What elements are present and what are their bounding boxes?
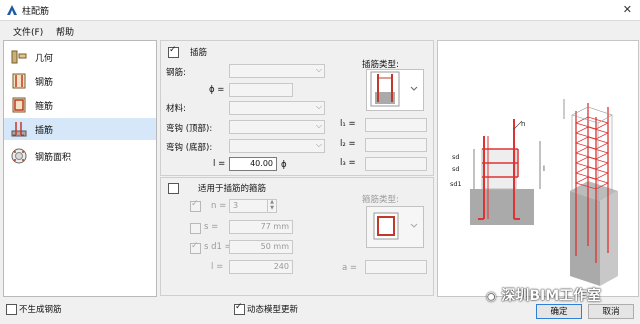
title-bar: 柱配筋 ✕ <box>0 0 640 21</box>
phi-label: ϕ = <box>209 85 225 95</box>
ok-button[interactable]: 确定 <box>536 304 582 319</box>
sidebar-item-label: 钢筋 <box>35 78 54 88</box>
sidebar-item-rebar-area[interactable]: 钢筋面积 <box>4 145 156 167</box>
s-label: s = <box>204 222 219 232</box>
sidebar-item-label: 箍筋 <box>35 102 54 112</box>
material-select[interactable]: ⌵ <box>229 101 325 115</box>
s-unit: mm <box>273 222 289 231</box>
cancel-button[interactable]: 取消 <box>588 304 634 319</box>
hook-bottom-select[interactable]: ⌵ <box>229 139 325 153</box>
app-logo-icon <box>7 5 17 15</box>
n-checkbox[interactable] <box>190 199 201 212</box>
diagram-n-label: n <box>521 120 525 128</box>
a-field[interactable] <box>365 260 427 274</box>
material-label: 材料: <box>166 104 186 114</box>
l3-field[interactable] <box>365 157 427 171</box>
diagram-sd1-label: sd1 <box>450 180 462 188</box>
rebar-label: 钢筋: <box>166 68 186 78</box>
watermark: ◉ 深圳BIM工作室 <box>486 285 601 305</box>
n-stepper[interactable]: 3 ▲ ▼ <box>229 199 277 213</box>
stirrup-l-field[interactable]: 240 <box>229 260 293 274</box>
column-dowel-illustration: n sd sd sd1 l <box>450 99 618 286</box>
n-label: n = <box>211 201 227 211</box>
dowel-enabled-checkbox[interactable] <box>168 45 179 58</box>
stepper-arrows-icon[interactable]: ▲ ▼ <box>267 199 276 213</box>
menu-bar: 文件(F) 帮助 <box>0 22 640 38</box>
l-unit: ϕ <box>281 160 287 170</box>
s1-label: s d1 = <box>204 242 232 252</box>
phi-field[interactable] <box>229 83 293 97</box>
rebar-area-icon <box>11 148 27 164</box>
hook-top-label: 弯钩 (顶部): <box>166 124 213 134</box>
sidebar-item-dowel[interactable]: 插筋 <box>4 118 156 140</box>
sidebar-item-geometry[interactable]: 几何 <box>4 46 156 68</box>
s-value: 77 <box>260 222 271 231</box>
s1-value: 50 <box>260 242 271 251</box>
l2-label: l₂ = <box>340 139 356 149</box>
hook-bottom-label: 弯钩 (底部): <box>166 143 213 153</box>
stirrup-enabled-label: 适用于插筋的箍筋 <box>198 184 267 194</box>
l1-field[interactable] <box>365 118 427 132</box>
stirrup-l-label: l = <box>211 262 224 272</box>
wechat-icon: ◉ <box>486 289 497 303</box>
hook-top-select[interactable]: ⌵ <box>229 120 325 134</box>
diagram-sd-label-2: sd <box>452 165 460 173</box>
dowel-type-icon <box>370 71 418 107</box>
n-value: 3 <box>233 201 239 210</box>
sidebar-item-label: 几何 <box>35 54 54 64</box>
dowel-type-select[interactable] <box>366 69 424 111</box>
dowel-icon <box>11 122 27 137</box>
s-field[interactable]: 77 mm <box>229 220 293 234</box>
stirrup-icon <box>12 97 26 113</box>
sidebar: 几何 钢筋 箍筋 插筋 钢筋面积 <box>3 40 157 297</box>
no-rebar-label: 不生成钢筋 <box>19 305 62 315</box>
sidebar-item-label: 钢筋面积 <box>35 153 72 163</box>
a-label: a = <box>342 263 358 273</box>
no-rebar-checkbox[interactable] <box>6 304 17 315</box>
l-field[interactable]: 40.00 <box>229 157 277 171</box>
dowel-preview-diagram: n sd sd sd1 l <box>437 40 639 297</box>
chevron-down-icon: ⌵ <box>315 140 322 149</box>
l3-label: l₃ = <box>340 158 356 168</box>
s1-unit: mm <box>273 242 289 251</box>
l2-field[interactable] <box>365 138 427 152</box>
chevron-down-icon: ⌵ <box>315 102 322 111</box>
l-label: l = <box>213 159 226 169</box>
stirrup-type-select[interactable] <box>366 206 424 248</box>
rebar-select[interactable]: ⌵ <box>229 64 325 78</box>
sidebar-item-label: 插筋 <box>35 126 54 136</box>
menu-file[interactable]: 文件(F) <box>13 25 43 38</box>
diagram-l-label: l <box>543 165 545 173</box>
dynamic-update-checkbox[interactable] <box>234 302 245 315</box>
s-checkbox[interactable] <box>190 223 201 234</box>
geometry-icon <box>11 50 27 64</box>
chevron-down-icon: ⌵ <box>315 121 322 130</box>
s1-checkbox[interactable] <box>190 241 201 254</box>
s1-field[interactable]: 50 mm <box>229 240 293 254</box>
watermark-text: 深圳BIM工作室 <box>501 288 602 304</box>
sidebar-item-rebar[interactable]: 钢筋 <box>4 70 156 92</box>
diagram-sd-label: sd <box>452 153 460 161</box>
stirrup-enabled-checkbox[interactable] <box>168 183 179 194</box>
sidebar-item-stirrup[interactable]: 箍筋 <box>4 94 156 116</box>
dynamic-update-label: 动态模型更新 <box>247 305 299 315</box>
chevron-down-icon: ⌵ <box>315 65 322 74</box>
dowel-enabled-label: 插筋 <box>190 48 208 58</box>
window-title: 柱配筋 <box>22 7 50 17</box>
stirrup-type-icon <box>373 212 418 240</box>
stirrup-type-label: 箍筋类型: <box>362 195 399 205</box>
rebar-icon <box>12 73 26 89</box>
l1-label: l₁ = <box>340 119 356 129</box>
menu-help[interactable]: 帮助 <box>56 25 74 38</box>
close-icon[interactable]: ✕ <box>623 3 632 16</box>
